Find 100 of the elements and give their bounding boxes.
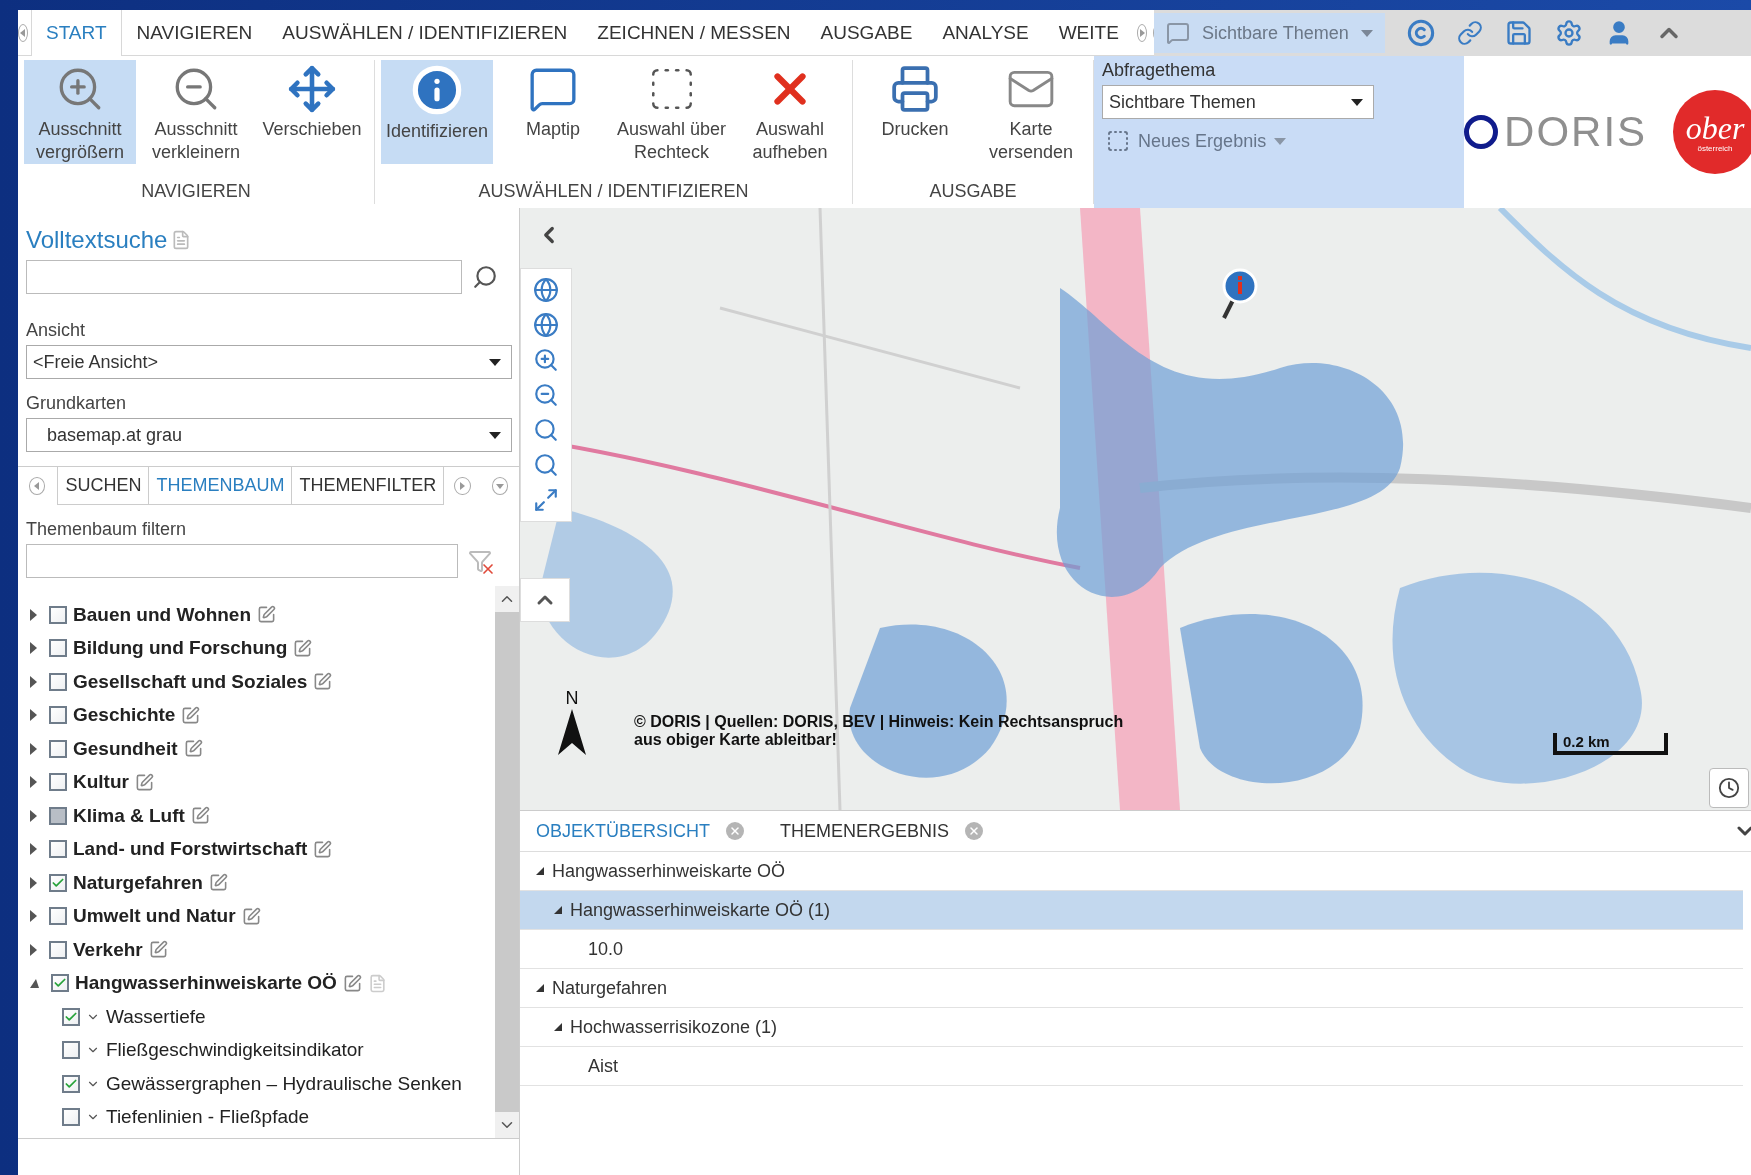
edit-icon[interactable] bbox=[313, 839, 333, 859]
search-icon[interactable] bbox=[472, 264, 498, 290]
checkbox[interactable] bbox=[49, 739, 67, 758]
expand-arrow-icon[interactable] bbox=[30, 742, 37, 755]
link-icon[interactable] bbox=[1456, 20, 1483, 46]
tree-item-label[interactable]: Klima & Luft bbox=[73, 804, 185, 827]
expand-arrow-icon[interactable] bbox=[30, 675, 37, 688]
history-button[interactable] bbox=[1709, 768, 1749, 808]
ribbon-button[interactable]: Drucken bbox=[859, 60, 972, 164]
checkbox[interactable] bbox=[49, 773, 67, 792]
edit-icon[interactable] bbox=[134, 772, 154, 792]
north-label: N bbox=[565, 688, 579, 709]
expand-arrow-icon[interactable] bbox=[30, 642, 37, 655]
edit-icon[interactable] bbox=[241, 906, 261, 926]
expand-arrow-icon[interactable] bbox=[30, 608, 37, 621]
panel-tab[interactable]: SUCHEN bbox=[57, 467, 150, 505]
view-select[interactable]: <Freie Ansicht> bbox=[26, 345, 512, 379]
tree-item-label[interactable]: Hangwasserhinweiskarte OÖ bbox=[75, 972, 337, 995]
expand-arrow-icon[interactable] bbox=[30, 776, 37, 789]
checkbox[interactable] bbox=[49, 940, 67, 959]
tree-item-label[interactable]: Kultur bbox=[73, 771, 129, 794]
checkbox[interactable] bbox=[62, 1074, 80, 1093]
scrollbar[interactable] bbox=[495, 586, 519, 1138]
checkbox[interactable] bbox=[62, 1108, 80, 1127]
edit-icon[interactable] bbox=[342, 973, 362, 993]
checkbox[interactable] bbox=[49, 605, 67, 624]
expanded-arrow-icon[interactable] bbox=[536, 984, 544, 992]
expanded-arrow-icon[interactable] bbox=[536, 867, 544, 875]
tree-item-label[interactable]: Naturgefahren bbox=[73, 871, 203, 894]
panel-tab[interactable]: THEMENFILTER bbox=[291, 467, 445, 505]
checkbox[interactable] bbox=[49, 873, 67, 892]
full-extent-icon[interactable] bbox=[533, 487, 559, 513]
ribbon-button[interactable]: Maptip bbox=[497, 60, 609, 164]
ribbon-button[interactable]: Verschieben bbox=[256, 60, 368, 164]
tree-item-label[interactable]: Geschichte bbox=[73, 704, 176, 727]
filter-field[interactable] bbox=[26, 544, 458, 578]
settings-icon[interactable] bbox=[1554, 19, 1583, 47]
tree-item-label[interactable]: Verkehr bbox=[73, 938, 143, 961]
ribbon-button[interactable]: Auswahl über Rechteck bbox=[613, 60, 731, 164]
edit-icon[interactable] bbox=[313, 672, 333, 692]
result-tab[interactable]: THEMENERGEBNIS bbox=[772, 820, 958, 842]
printer-icon bbox=[890, 64, 941, 114]
expanded-arrow-icon[interactable] bbox=[554, 1023, 562, 1031]
expand-arrow-icon[interactable] bbox=[30, 876, 37, 889]
tree-item-label[interactable]: Land- und Forstwirtschaft bbox=[73, 838, 308, 861]
globe-icon[interactable] bbox=[533, 277, 559, 303]
edit-icon[interactable] bbox=[257, 605, 277, 625]
tree-item-label[interactable]: Tiefenlinien - Fließpfade bbox=[106, 1106, 310, 1129]
basemap-select[interactable]: basemap.at grau bbox=[26, 418, 512, 452]
scale-bar: 0.2 km bbox=[1553, 733, 1668, 755]
checkbox[interactable] bbox=[49, 907, 67, 926]
save-icon[interactable] bbox=[1504, 19, 1533, 47]
tree-item-label[interactable]: Bildung und Forschung bbox=[73, 637, 288, 660]
expand-arrow-icon[interactable] bbox=[30, 809, 37, 822]
search-icon[interactable] bbox=[533, 452, 559, 478]
ribbon-button[interactable]: Karte versenden bbox=[975, 60, 1088, 164]
checkbox[interactable] bbox=[49, 639, 67, 658]
map-marker-icon[interactable] bbox=[1220, 268, 1260, 320]
checkbox[interactable] bbox=[49, 840, 67, 859]
expand-arrow-icon[interactable] bbox=[30, 709, 37, 722]
edit-icon[interactable] bbox=[190, 806, 210, 826]
zoom-in-icon[interactable] bbox=[533, 347, 559, 373]
ribbon-tab[interactable]: START bbox=[31, 10, 122, 56]
copyright-icon[interactable] bbox=[1406, 19, 1435, 47]
ribbon-button[interactable]: Auswahl aufheben bbox=[734, 60, 847, 164]
globe-icon[interactable] bbox=[533, 312, 559, 338]
edit-icon[interactable] bbox=[148, 940, 168, 960]
result-tab[interactable]: OBJEKTÜBERSICHT bbox=[528, 820, 719, 842]
edit-icon[interactable] bbox=[181, 705, 201, 725]
clear-filter-icon[interactable] bbox=[468, 549, 492, 573]
checkbox[interactable] bbox=[49, 706, 67, 725]
checkbox[interactable] bbox=[49, 806, 67, 825]
edit-icon[interactable] bbox=[208, 873, 228, 893]
tree-item-label[interactable]: Gewässergraphen – Hydraulische Senken bbox=[106, 1072, 462, 1095]
edit-icon[interactable] bbox=[183, 739, 203, 759]
expand-arrow-icon[interactable] bbox=[30, 910, 37, 923]
checkbox[interactable] bbox=[62, 1007, 80, 1026]
collapse-tools-icon[interactable] bbox=[520, 578, 570, 622]
ribbon-button[interactable]: Identifizieren bbox=[381, 60, 493, 164]
tree-item-label[interactable]: Fließgeschwindigkeitsindikator bbox=[106, 1039, 364, 1062]
checkbox[interactable] bbox=[49, 672, 67, 691]
expand-arrow-icon[interactable] bbox=[30, 943, 37, 956]
checkbox[interactable] bbox=[62, 1041, 80, 1060]
search-field[interactable] bbox=[26, 260, 462, 294]
tree-item-label[interactable]: Wassertiefe bbox=[106, 1005, 206, 1028]
checkbox[interactable] bbox=[51, 974, 69, 993]
tree-item-label[interactable]: Umwelt und Natur bbox=[73, 905, 236, 928]
tree-item-label[interactable]: Gesellschaft und Soziales bbox=[73, 670, 308, 693]
expand-arrow-icon[interactable] bbox=[30, 843, 37, 856]
collapse-arrow-icon[interactable] bbox=[30, 978, 39, 988]
search-icon[interactable] bbox=[533, 417, 559, 443]
ribbon-button[interactable]: Ausschnitt verkleinern bbox=[140, 60, 252, 164]
tree-item-label[interactable]: Bauen und Wohnen bbox=[73, 603, 252, 626]
ribbon-button[interactable]: Ausschnitt vergrößern bbox=[24, 60, 136, 164]
query-select[interactable]: Sichtbare Themen bbox=[1102, 85, 1375, 119]
edit-icon[interactable] bbox=[293, 638, 313, 658]
result-row[interactable]: Hangwasserhinweiskarte OÖ (1) bbox=[520, 891, 1743, 930]
zoom-out-icon[interactable] bbox=[533, 382, 559, 408]
expanded-arrow-icon[interactable] bbox=[554, 906, 562, 914]
tree-item-label[interactable]: Gesundheit bbox=[73, 737, 178, 760]
